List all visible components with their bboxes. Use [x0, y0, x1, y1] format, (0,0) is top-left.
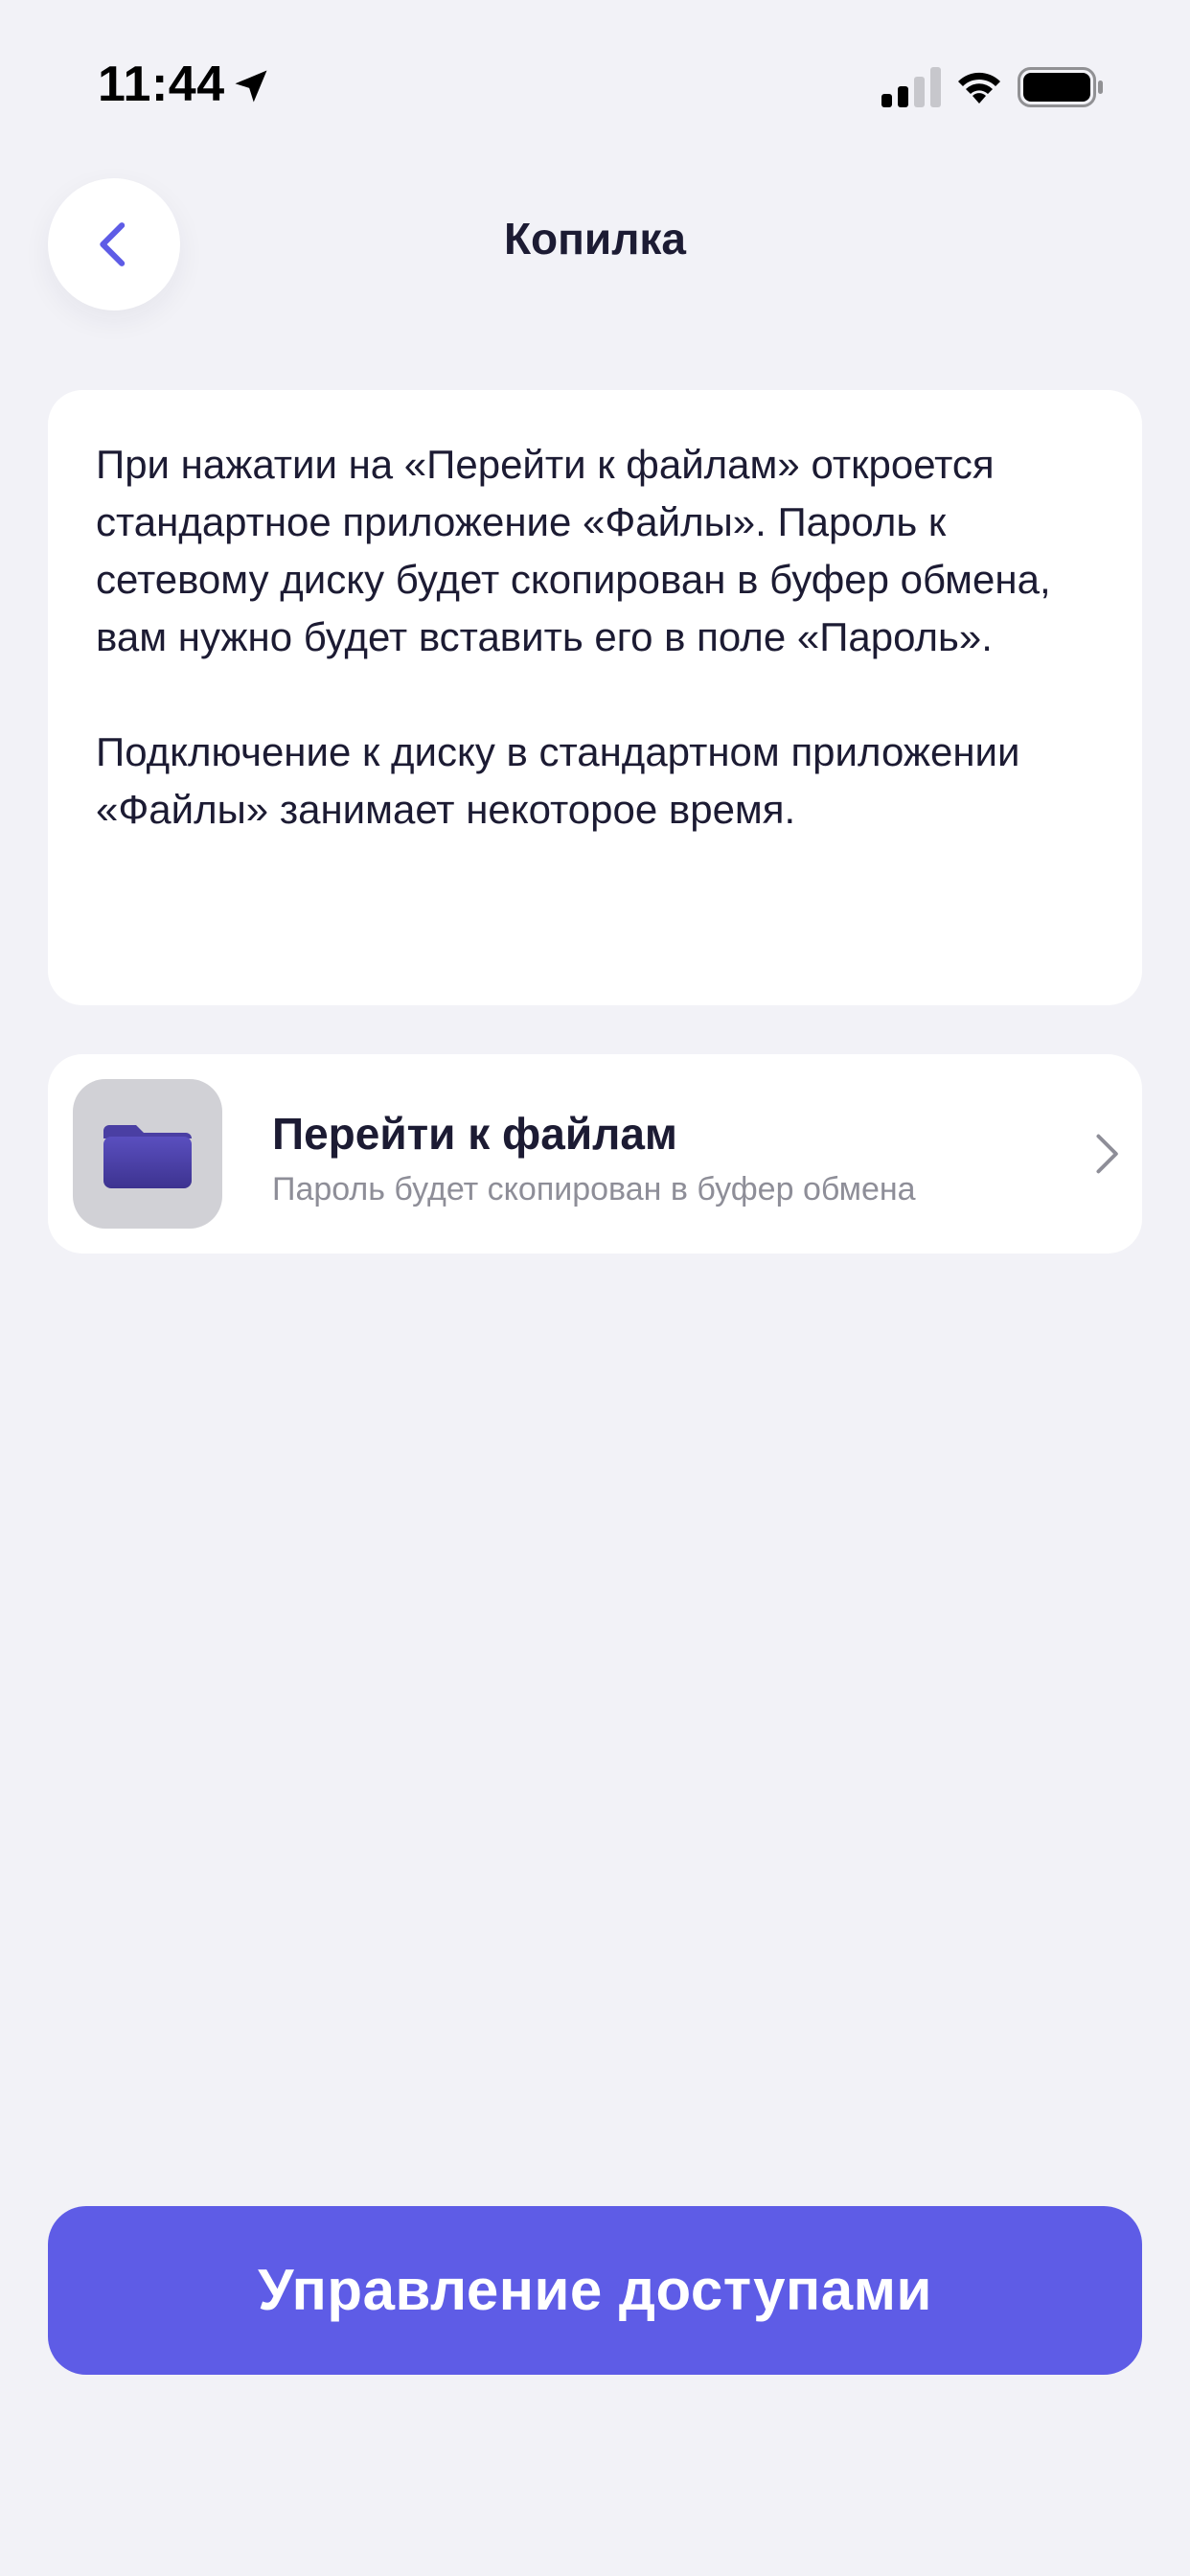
folder-icon	[103, 1125, 192, 1188]
cellular-signal-icon	[881, 67, 941, 107]
location-arrow-icon	[235, 70, 267, 103]
files-row-subtitle: Пароль будет скопирован в буфер обмена	[272, 1171, 916, 1208]
manage-access-button[interactable]: Управление доступами	[48, 2206, 1142, 2375]
go-to-files-row[interactable]: Перейти к файлам Пароль будет скопирован…	[48, 1054, 1142, 1254]
battery-icon	[1018, 67, 1103, 107]
chevron-right-icon	[1096, 1134, 1118, 1174]
info-paragraph: Подключение к диску в стандартном прилож…	[96, 729, 1020, 832]
files-app-icon	[73, 1079, 222, 1229]
page-title: Копилка	[503, 214, 687, 264]
status-time: 11:44	[98, 57, 225, 112]
wifi-icon	[958, 72, 1000, 104]
info-paragraph: При нажатии на «Перейти к файлам» открое…	[96, 442, 1051, 659]
status-bar: 11:44	[0, 0, 1190, 172]
files-row-title: Перейти к файлам	[272, 1109, 677, 1159]
info-card: При нажатии на «Перейти к файлам» открое…	[48, 390, 1142, 1005]
